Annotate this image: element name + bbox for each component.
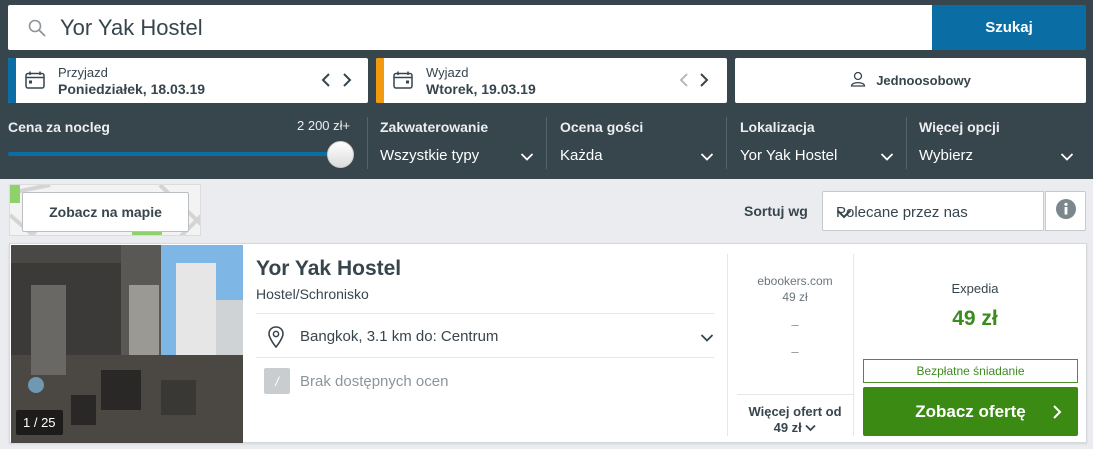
filter-divider [367,117,368,169]
checkin-accent-bar [8,58,16,103]
view-deal-label: Zobacz ofertę [915,401,1026,421]
filter-divider [726,117,727,169]
checkout-label: Wyjazd [426,65,469,80]
search-button[interactable]: Szukaj [932,5,1086,50]
checkin-date-field[interactable]: Przyjazd Poniedziałek, 18.03.19 [8,58,368,103]
sort-select[interactable]: Polecane przez nas [822,191,1044,231]
deal-provider: Expedia [951,281,999,296]
chevron-down-icon [836,206,1031,223]
photo-counter: 1 / 25 [16,410,63,435]
hotel-location[interactable]: Bangkok, 3.1 km do: Centrum [268,326,714,349]
hotel-result-card: 1 / 25 Yor Yak Hostel Hostel/Schronisko … [9,243,1087,443]
location-filter-label: Lokalizacja [740,119,815,135]
chevron-down-icon[interactable] [1060,149,1074,167]
sort-label: Sortuj wg [744,203,808,219]
room-type-selector[interactable]: Jednoosobowy [735,58,1086,103]
calendar-icon [25,71,45,94]
column-divider [727,254,728,436]
hotel-type: Hostel/Schronisko [256,286,369,302]
chevron-down-icon[interactable] [880,149,894,167]
rating-filter-label: Ocena gości [560,119,644,135]
deal-price[interactable]: 49 zł [863,307,1087,331]
search-header: Szukaj Przyjazd Poniedziałek, 18.03.19 W… [0,0,1093,179]
hotel-name[interactable]: Yor Yak Hostel [256,257,401,281]
search-box[interactable] [8,5,932,50]
free-breakfast-badge: Bezpłatne śniadanie [863,359,1078,383]
room-type-label: Jednoosobowy [876,73,971,88]
price-filter-label: Cena za nocleg [8,119,110,135]
chevron-down-icon[interactable] [520,149,534,167]
chevron-down-icon[interactable] [700,149,714,167]
more-offers-label: Więcej ofert od [748,404,842,419]
location-filter-value[interactable]: Yor Yak Hostel [740,147,837,164]
info-icon [1055,198,1076,224]
chevron-left-icon[interactable] [677,71,691,89]
more-offers-link[interactable]: Więcej ofert od 49 zł [737,404,853,436]
price-slider-track[interactable] [8,152,341,156]
location-pin-icon [268,326,284,353]
chevron-down-icon [700,330,714,348]
price-max-value: 2 200 zł+ [297,118,351,133]
alt-offer-site: ebookers.com [757,274,833,288]
checkout-date: Wtorek, 19.03.19 [426,81,536,97]
more-options-label: Więcej opcji [919,119,1000,135]
rating-filter-value[interactable]: Każda [560,147,603,164]
alt-offer-empty: – [791,317,799,332]
checkout-date-field[interactable]: Wyjazd Wtorek, 19.03.19 [376,58,727,103]
calendar-icon [393,71,413,94]
price-slider-handle[interactable] [327,141,354,168]
more-options-value[interactable]: Wybierz [919,147,973,164]
more-offers-price-row: 49 zł [737,420,853,436]
checkin-date: Poniedziałek, 18.03.19 [58,81,206,97]
chevron-right-icon[interactable] [697,71,711,89]
accommodation-filter-value[interactable]: Wszystkie typy [380,147,479,164]
chevron-left-icon[interactable] [319,71,333,89]
checkin-label: Przyjazd [58,65,108,80]
hotel-photo[interactable]: 1 / 25 [11,245,243,443]
chevron-right-icon [1052,404,1062,425]
info-button[interactable] [1045,191,1086,231]
checkout-accent-bar [376,58,384,103]
alt-offer-price: 49 zł [782,290,808,304]
location-text: Bangkok, 3.1 km do: Centrum [300,328,499,345]
rating-text: Brak dostępnych ocen [300,373,449,390]
search-icon [28,19,46,42]
chevron-down-icon [805,420,817,435]
divider [256,313,714,314]
chevron-right-icon[interactable] [340,71,354,89]
view-on-map-button[interactable]: Zobacz na mapie [22,192,189,232]
divider [737,394,853,395]
filter-divider [546,117,547,169]
person-icon [850,71,866,90]
alt-offer[interactable]: ebookers.com 49 zł [737,274,853,304]
more-offers-price: 49 zł [773,420,802,435]
view-deal-button[interactable]: Zobacz ofertę [863,387,1078,436]
accommodation-filter-label: Zakwaterowanie [380,119,489,135]
search-input[interactable] [60,5,920,50]
rating-badge: / [264,368,290,394]
column-divider [853,254,854,436]
alt-offer-empty: – [791,344,799,359]
filter-divider [906,117,907,169]
divider [256,357,714,358]
